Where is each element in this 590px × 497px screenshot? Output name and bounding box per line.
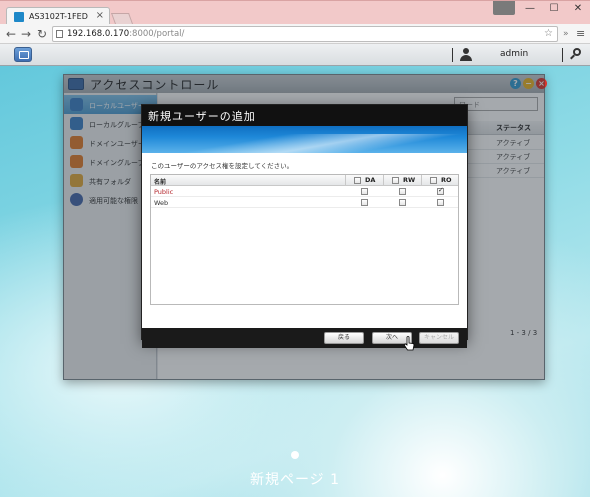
username-label[interactable]: admin: [500, 49, 528, 59]
browser-toolbar: ← → ↻ 192.168.0.170:8000/portal/ ☆ » ≡: [0, 24, 590, 44]
user-icon[interactable]: [460, 48, 472, 61]
separator: [452, 48, 453, 62]
url-path: :8000/portal/: [129, 29, 185, 39]
search-icon[interactable]: [570, 48, 582, 60]
permission-table-header: 名前 DA RW RO: [151, 175, 458, 186]
separator: [562, 48, 563, 62]
forward-icon[interactable]: →: [18, 26, 34, 42]
name-column-header: 名前: [154, 179, 167, 186]
nas-home-icon[interactable]: [14, 47, 32, 62]
nas-top-bar: admin: [0, 44, 590, 66]
dialog-description: このユーザーのアクセス権を設定してください。: [151, 162, 294, 170]
table-row: Public: [151, 186, 458, 197]
browser-tab[interactable]: AS3102T-1FED ×: [6, 7, 110, 25]
address-bar[interactable]: 192.168.0.170:8000/portal/ ☆: [52, 26, 558, 42]
tab-close-icon[interactable]: ×: [96, 10, 104, 21]
readonly-all-checkbox[interactable]: [430, 177, 437, 184]
permission-table: 名前 DA RW RO Public ✓ Web: [150, 174, 459, 305]
share-name: Web: [154, 199, 169, 207]
bookmark-star-icon[interactable]: ☆: [544, 27, 553, 41]
deny-all-checkbox[interactable]: [354, 177, 361, 184]
deny-checkbox[interactable]: [361, 188, 368, 195]
deny-checkbox[interactable]: [361, 199, 368, 206]
readonly-checkbox[interactable]: [437, 186, 444, 195]
reload-icon[interactable]: ↻: [34, 26, 50, 42]
deny-column-header: DA: [345, 175, 383, 186]
cancel-button[interactable]: キャンセル: [419, 332, 459, 344]
add-user-dialog: 新規ユーザーの追加 このユーザーのアクセス権を設定してください。 名前 DA R…: [141, 104, 468, 348]
page-indicator-dot[interactable]: [291, 451, 299, 459]
dialog-banner: [142, 126, 467, 153]
url-host: 192.168.0.170: [67, 29, 130, 39]
back-icon[interactable]: ←: [3, 26, 19, 42]
readwrite-checkbox[interactable]: [399, 199, 406, 206]
dialog-footer: 戻る 次へ キャンセル: [142, 328, 467, 348]
close-window-button[interactable]: ✕: [566, 2, 590, 16]
browser-titlebar: AS3102T-1FED × — ☐ ✕: [0, 0, 590, 25]
readwrite-checkbox[interactable]: [399, 188, 406, 195]
minimize-button[interactable]: —: [518, 2, 542, 16]
desktop: アクセスコントロール ? − × ローカルユーザー ローカルグループ ドメインユ…: [0, 66, 590, 497]
readwrite-column-header: RW: [383, 175, 421, 186]
browser-menu-icon[interactable]: ≡: [576, 26, 585, 42]
dialog-titlebar[interactable]: 新規ユーザーの追加: [142, 105, 467, 126]
new-tab-button[interactable]: [110, 13, 134, 24]
readwrite-all-checkbox[interactable]: [392, 177, 399, 184]
extensions-icon[interactable]: »: [563, 26, 569, 42]
maximize-button[interactable]: ☐: [542, 2, 566, 16]
profile-icon[interactable]: [493, 1, 515, 15]
share-name: Public: [154, 188, 174, 196]
readonly-column-header: RO: [421, 175, 460, 186]
page-label: 新規ページ 1: [249, 472, 341, 488]
favicon-icon: [14, 12, 24, 22]
dialog-title: 新規ユーザーの追加: [148, 110, 256, 123]
table-row: Web: [151, 197, 458, 208]
hand-cursor-icon: [403, 336, 415, 351]
tab-title: AS3102T-1FED: [29, 12, 88, 21]
readonly-checkbox[interactable]: [437, 199, 444, 206]
back-button[interactable]: 戻る: [324, 332, 364, 344]
page-icon: [56, 30, 63, 38]
